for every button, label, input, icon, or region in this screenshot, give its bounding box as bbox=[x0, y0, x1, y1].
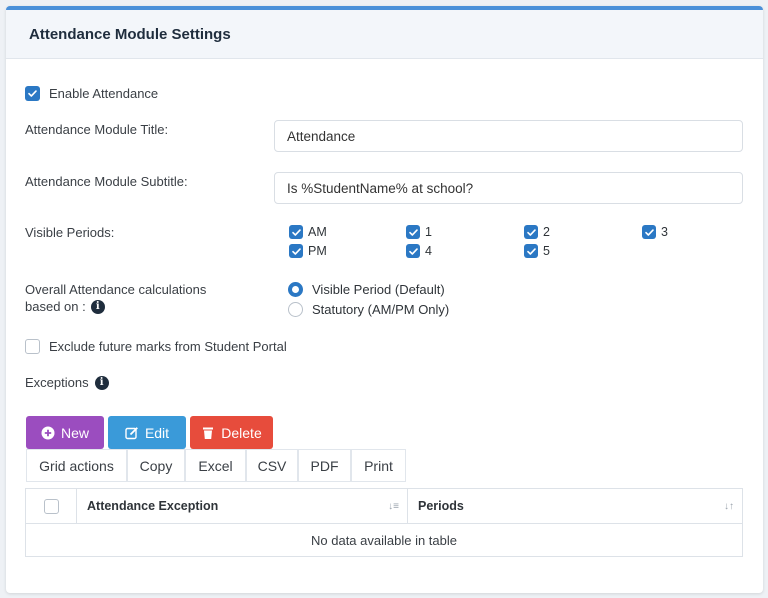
table-empty-message: No data available in table bbox=[311, 533, 457, 548]
check-icon bbox=[526, 228, 536, 236]
period-1[interactable]: 1 bbox=[406, 225, 432, 239]
column-periods-label: Periods bbox=[418, 499, 464, 513]
radio-visible-period-label: Visible Period (Default) bbox=[312, 282, 445, 297]
exclude-future-checkbox[interactable] bbox=[25, 339, 40, 354]
tab-pdf[interactable]: PDF bbox=[298, 449, 351, 482]
visible-periods-label: Visible Periods: bbox=[25, 225, 115, 240]
check-icon bbox=[408, 247, 418, 255]
select-all-header bbox=[26, 489, 77, 523]
period-checkbox[interactable] bbox=[406, 244, 420, 258]
settings-panel: Attendance Module Settings Enable Attend… bbox=[6, 6, 763, 593]
period-label: 1 bbox=[425, 225, 432, 239]
period-am[interactable]: AM bbox=[289, 225, 327, 239]
check-icon bbox=[291, 228, 301, 236]
tab-csv[interactable]: CSV bbox=[246, 449, 298, 482]
exceptions-heading: Exceptions i bbox=[25, 375, 109, 390]
check-icon bbox=[644, 228, 654, 236]
period-label: 5 bbox=[543, 244, 550, 258]
period-checkbox[interactable] bbox=[642, 225, 656, 239]
module-subtitle-label: Attendance Module Subtitle: bbox=[25, 174, 188, 189]
radio-statutory[interactable]: Statutory (AM/PM Only) bbox=[288, 302, 449, 317]
module-subtitle-input[interactable]: Is %StudentName% at school? bbox=[274, 172, 743, 204]
enable-attendance-label: Enable Attendance bbox=[49, 86, 159, 101]
period-checkbox[interactable] bbox=[524, 225, 538, 239]
exceptions-label: Exceptions bbox=[25, 375, 89, 390]
period-5[interactable]: 5 bbox=[524, 244, 550, 258]
module-title-input[interactable]: Attendance bbox=[274, 120, 743, 152]
column-attendance-exception-label: Attendance Exception bbox=[87, 499, 219, 513]
radio-statutory-dot[interactable] bbox=[288, 302, 303, 317]
tab-copy[interactable]: Copy bbox=[127, 449, 185, 482]
table-empty-row: No data available in table bbox=[26, 524, 742, 557]
period-label: 4 bbox=[425, 244, 432, 258]
plus-circle-icon bbox=[41, 426, 55, 439]
period-label: 2 bbox=[543, 225, 550, 239]
period-2[interactable]: 2 bbox=[524, 225, 550, 239]
tab-excel[interactable]: Excel bbox=[185, 449, 246, 482]
period-3[interactable]: 3 bbox=[642, 225, 668, 239]
exclude-future-label: Exclude future marks from Student Portal bbox=[49, 339, 287, 354]
edit-icon bbox=[125, 426, 138, 439]
period-label: AM bbox=[308, 225, 327, 239]
select-all-checkbox[interactable] bbox=[43, 498, 59, 514]
check-icon bbox=[291, 247, 301, 255]
period-checkbox[interactable] bbox=[289, 225, 303, 239]
check-icon bbox=[526, 247, 536, 255]
calc-basis-label-line1: Overall Attendance calculations bbox=[25, 282, 207, 297]
module-title-label: Attendance Module Title: bbox=[25, 122, 169, 137]
check-icon bbox=[28, 90, 37, 97]
check-icon bbox=[408, 228, 418, 236]
sort-desc-icon[interactable]: ↓≡ bbox=[388, 501, 399, 512]
period-checkbox[interactable] bbox=[406, 225, 420, 239]
tab-print[interactable]: Print bbox=[351, 449, 406, 482]
period-checkbox[interactable] bbox=[524, 244, 538, 258]
panel-title: Attendance Module Settings bbox=[29, 25, 231, 43]
period-pm[interactable]: PM bbox=[289, 244, 327, 258]
exclude-future-row[interactable]: Exclude future marks from Student Portal bbox=[25, 339, 287, 354]
calc-basis-label: Overall Attendance calculations based on… bbox=[25, 281, 206, 315]
tab-grid-actions[interactable]: Grid actions bbox=[26, 449, 127, 482]
period-4[interactable]: 4 bbox=[406, 244, 432, 258]
period-label: PM bbox=[308, 244, 327, 258]
edit-button[interactable]: Edit bbox=[108, 416, 186, 449]
info-icon[interactable]: i bbox=[90, 299, 105, 314]
column-periods[interactable]: Periods ↓↑ bbox=[408, 489, 742, 523]
trash-icon bbox=[203, 427, 214, 439]
radio-statutory-label: Statutory (AM/PM Only) bbox=[312, 302, 450, 317]
new-button[interactable]: New bbox=[26, 416, 104, 449]
exceptions-table: Attendance Exception ↓≡ Periods ↓↑ No da… bbox=[25, 488, 743, 557]
calc-basis-label-line2: based on : bbox=[25, 299, 86, 314]
radio-visible-period[interactable]: Visible Period (Default) bbox=[288, 282, 445, 297]
sort-icon[interactable]: ↓↑ bbox=[724, 501, 734, 512]
enable-attendance-row[interactable]: Enable Attendance bbox=[25, 86, 158, 101]
new-button-label: New bbox=[60, 424, 89, 441]
period-checkbox[interactable] bbox=[289, 244, 303, 258]
edit-button-label: Edit bbox=[144, 424, 170, 441]
delete-button-label: Delete bbox=[221, 424, 262, 441]
period-label: 3 bbox=[661, 225, 668, 239]
table-header: Attendance Exception ↓≡ Periods ↓↑ bbox=[26, 489, 742, 524]
panel-header: Attendance Module Settings bbox=[6, 10, 763, 59]
column-attendance-exception[interactable]: Attendance Exception ↓≡ bbox=[77, 489, 408, 523]
radio-visible-period-dot[interactable] bbox=[288, 282, 303, 297]
info-icon[interactable]: i bbox=[94, 375, 109, 390]
enable-attendance-checkbox[interactable] bbox=[25, 86, 40, 101]
delete-button[interactable]: Delete bbox=[190, 416, 273, 449]
